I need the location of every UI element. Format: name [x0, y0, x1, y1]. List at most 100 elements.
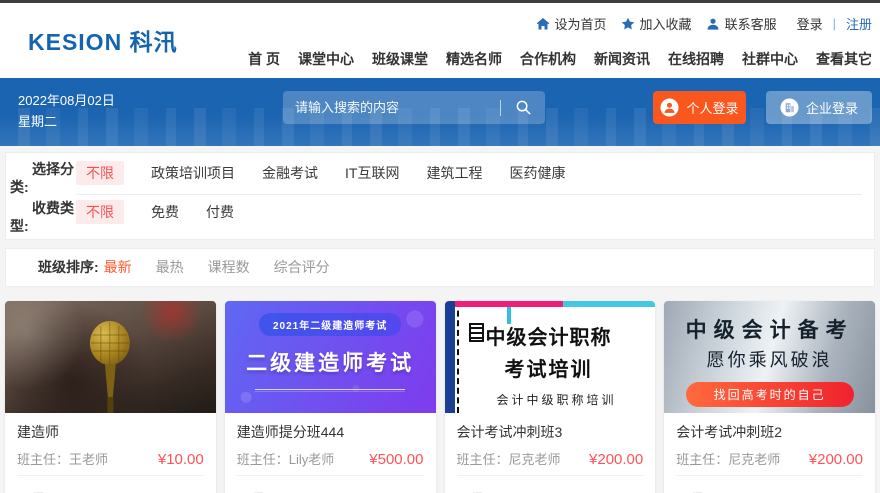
course-price: ¥10.00 — [158, 451, 204, 468]
card-divider — [17, 475, 204, 476]
nav-item-4[interactable]: 合作机构 — [520, 49, 576, 69]
filter-label: 收费类型: — [10, 199, 76, 235]
filter-options: 不限 免费 付费 — [76, 199, 862, 224]
nav-item-8[interactable]: 查看其它 — [816, 49, 872, 69]
card-body: 建造师提分班444 班主任：Lily老师 ¥500.00 — [225, 413, 436, 481]
filter-option[interactable]: 金融考试 — [262, 163, 318, 183]
accounting-prep-cover: 中级会计备考愿你乘风破浪找回高考时的自己 — [664, 301, 875, 413]
banner-date: 2022年08月02日 星期二 — [18, 91, 115, 133]
document-icon — [469, 323, 484, 342]
topbar-link-label: 加入收藏 — [640, 14, 692, 33]
filter-row-1: 收费类型:不限 免费 付费 — [10, 199, 862, 235]
login-link[interactable]: 登录 — [797, 14, 823, 33]
course-card-grid: 建造师 班主任：王老师 ¥10.00 110 2021年二级建造师考试二级建造师… — [5, 301, 875, 493]
card-body: 会计考试冲刺班3 班主任：尼克老师 ¥200.00 — [445, 413, 656, 481]
card-meta: 班主任：尼克老师 ¥200.00 — [457, 449, 644, 468]
filter-option[interactable]: IT互联网 — [345, 163, 399, 183]
brand-logo[interactable]: KESION 科汛 — [28, 23, 178, 57]
topbar-utility: 设为首页 加入收藏 联系客服 登录 | 注册 — [536, 14, 872, 33]
accounting-training-cover: 中级会计职称考试培训会计中级职称培训 — [445, 301, 656, 413]
filter-option[interactable]: 付费 — [206, 202, 234, 222]
set-homepage-link[interactable]: 设为首页 — [536, 14, 607, 33]
teacher-label: 班主任： — [457, 452, 509, 467]
nav-item-5[interactable]: 新闻资讯 — [594, 49, 650, 69]
topbar-link-label: 设为首页 — [555, 14, 607, 33]
cover-heading-line1: 中级会计职称 — [486, 321, 612, 350]
teacher-row: 班主任：尼克老师 — [676, 449, 780, 468]
sort-option[interactable]: 最新 — [104, 259, 132, 275]
filter-option[interactable]: 医药健康 — [509, 163, 565, 183]
course-title[interactable]: 会计考试冲刺班3 — [457, 422, 644, 442]
main-content: 选择分类:不限政策培训项目金融考试IT互联网建筑工程医药健康收费类型:不限免费付… — [0, 152, 880, 493]
teacher-row: 班主任：Lily老师 — [237, 449, 335, 468]
microphone-photo-cover — [5, 301, 216, 413]
main-nav: 首 页课堂中心班级课堂精选名师合作机构新闻资讯在线招聘社群中心查看其它 — [248, 49, 872, 69]
teacher-label: 班主任： — [676, 452, 728, 467]
card-divider — [676, 475, 863, 476]
cover-heading: 二级建造师考试 — [246, 347, 414, 377]
teacher-name: 尼克老师 — [728, 452, 780, 467]
sort-label: 班级排序: — [38, 257, 99, 277]
course-card[interactable]: 2021年二级建造师考试二级建造师考试 建造师提分班444 班主任：Lily老师… — [225, 301, 436, 493]
course-title[interactable]: 建造师 — [17, 422, 204, 442]
course-title[interactable]: 会计考试冲刺班2 — [676, 422, 863, 442]
contact-service-link[interactable]: 联系客服 — [706, 14, 777, 33]
sort-options: 最新 最热 课程数 综合评分 — [104, 257, 354, 277]
teacher-label: 班主任： — [17, 452, 69, 467]
card-divider — [457, 475, 644, 476]
filter-option[interactable]: 建筑工程 — [426, 163, 482, 183]
building-circle-icon — [780, 98, 799, 117]
date-text: 2022年08月02日 — [18, 91, 115, 112]
course-title[interactable]: 建造师提分班444 — [237, 422, 424, 442]
personal-login-button[interactable]: 个人登录 — [653, 91, 746, 124]
topbar-link-label: 联系客服 — [725, 14, 777, 33]
course-card[interactable]: 中级会计备考愿你乘风破浪找回高考时的自己 会计考试冲刺班2 班主任：尼克老师 ¥… — [664, 301, 875, 493]
card-stats: 210 — [445, 481, 656, 493]
sort-panel: 班级排序: 最新 最热 课程数 综合评分 — [5, 248, 875, 287]
cyan-tick-decoration — [507, 307, 511, 324]
enterprise-login-button[interactable]: 企业登录 — [766, 91, 872, 124]
teacher-row: 班主任：王老师 — [17, 449, 108, 468]
service-icon — [706, 17, 720, 31]
card-meta: 班主任：王老师 ¥10.00 — [17, 449, 204, 468]
filter-label-line: 类: — [10, 178, 76, 196]
filter-option[interactable]: 免费 — [151, 202, 179, 222]
cover-heading-line2: 愿你乘风破浪 — [707, 346, 833, 372]
sort-option[interactable]: 课程数 — [208, 259, 250, 275]
course-card[interactable]: 中级会计职称考试培训会计中级职称培训 会计考试冲刺班3 班主任：尼克老师 ¥20… — [445, 301, 656, 493]
filter-panel: 选择分类:不限政策培训项目金融考试IT互联网建筑工程医药健康收费类型:不限免费付… — [5, 152, 875, 240]
nav-item-6[interactable]: 在线招聘 — [668, 49, 724, 69]
add-favorite-link[interactable]: 加入收藏 — [621, 14, 692, 33]
teacher-name: 王老师 — [69, 452, 108, 467]
register-link[interactable]: 注册 — [846, 14, 872, 33]
nav-item-2[interactable]: 班级课堂 — [372, 49, 428, 69]
search-icon — [515, 99, 532, 116]
search-button[interactable] — [501, 91, 545, 124]
card-stats: 110 — [5, 481, 216, 493]
site-header: KESION 科汛 设为首页 加入收藏 联系客服 登录 | 注册 首 页课堂中心班级… — [0, 3, 880, 78]
nav-item-7[interactable]: 社群中心 — [742, 49, 798, 69]
card-stats: 770 — [225, 481, 436, 493]
card-meta: 班主任：尼克老师 ¥200.00 — [676, 449, 863, 468]
cover-slogan-pill: 找回高考时的自己 — [686, 382, 854, 407]
nav-item-1[interactable]: 课堂中心 — [298, 49, 354, 69]
search-input[interactable] — [283, 91, 500, 124]
search-box — [283, 91, 545, 124]
hero-banner: 2022年08月02日 星期二 个人登录 企业登录 — [0, 78, 880, 146]
course-card[interactable]: 建造师 班主任：王老师 ¥10.00 110 — [5, 301, 216, 493]
filter-option[interactable]: 政策培训项目 — [151, 163, 235, 183]
course-price: ¥200.00 — [589, 451, 643, 468]
star-icon — [621, 17, 635, 31]
sort-option[interactable]: 最热 — [156, 259, 184, 275]
cover-badge: 2021年二级建造师考试 — [259, 313, 401, 336]
sort-option[interactable]: 综合评分 — [274, 259, 330, 275]
filter-label-line: 收费类 — [10, 199, 76, 217]
weekday-text: 星期二 — [18, 112, 115, 133]
filter-option[interactable]: 不限 — [76, 161, 124, 185]
nav-item-0[interactable]: 首 页 — [248, 49, 280, 69]
auth-separator: | — [833, 16, 836, 31]
nav-item-3[interactable]: 精选名师 — [446, 49, 502, 69]
filter-option[interactable]: 不限 — [76, 200, 124, 224]
home-icon — [536, 17, 550, 31]
course-price: ¥500.00 — [369, 451, 423, 468]
